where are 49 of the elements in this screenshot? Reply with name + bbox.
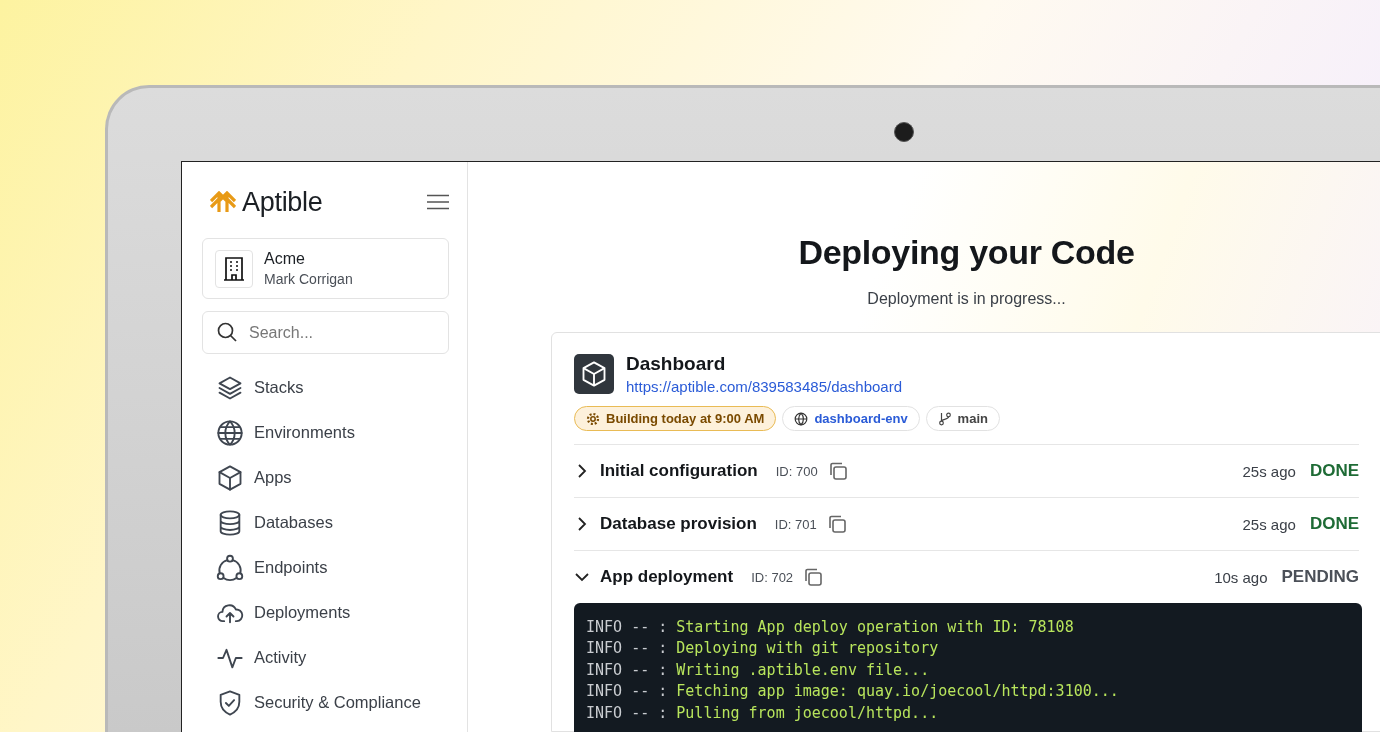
log-line: INFO -- : Pulling from joecool/httpd... xyxy=(586,702,940,724)
step-name: App deployment xyxy=(600,567,734,587)
copy-icon[interactable] xyxy=(826,514,847,534)
app-url-link[interactable]: https://aptible.com/839583485/dashboard xyxy=(626,378,903,395)
building-icon xyxy=(223,256,245,281)
step-id: ID: 702 xyxy=(751,569,794,585)
globe-icon xyxy=(794,411,809,426)
nav-item[interactable]: Databases xyxy=(216,500,449,545)
user-name: Mark Corrigan xyxy=(264,271,353,287)
step-time: 10s ago xyxy=(1214,568,1268,586)
nav-item[interactable]: Security & Compliance xyxy=(216,680,449,725)
gear-icon xyxy=(586,411,600,426)
logo-icon xyxy=(210,191,236,213)
log-line: INFO -- : Writing .aptible.env file... xyxy=(586,659,931,681)
app-cube-icon xyxy=(574,354,614,394)
step-id: ID: 701 xyxy=(774,516,817,532)
step-time: 25s ago xyxy=(1242,515,1296,533)
app-name: Dashboard xyxy=(626,353,727,375)
log-line: INFO -- : Deploying with git repository xyxy=(586,638,940,660)
nav-item[interactable]: Stacks xyxy=(216,365,449,410)
menu-icon[interactable] xyxy=(427,194,449,210)
copy-icon[interactable] xyxy=(803,567,824,587)
log-line: INFO -- : Starting App deploy operation with ID: 78108 xyxy=(586,617,1075,638)
step-status: DONE xyxy=(1309,514,1359,534)
logo-text: Aptible xyxy=(242,186,323,218)
page-title: Deploying your Code xyxy=(797,233,1136,272)
step-status: DONE xyxy=(1309,461,1359,481)
step-name: Initial configuration xyxy=(600,461,758,481)
nodes-icon xyxy=(216,553,244,582)
step-time: 25s ago xyxy=(1242,462,1296,480)
step-status: PENDING xyxy=(1281,567,1359,587)
cube-icon xyxy=(216,463,244,492)
account-switcher[interactable]: Acme Mark Corrigan xyxy=(202,238,449,299)
camera-icon xyxy=(894,122,914,142)
nav-item[interactable]: Apps xyxy=(216,455,449,500)
nav-item[interactable]: Environments xyxy=(216,410,449,455)
search-field[interactable]: Search... xyxy=(202,311,449,354)
globe-icon xyxy=(216,418,244,447)
branch-icon xyxy=(937,411,952,426)
step-id: ID: 700 xyxy=(775,463,818,479)
step-name: Database provision xyxy=(600,514,757,534)
nav-item[interactable]: Endpoints xyxy=(216,545,449,590)
log-line: INFO -- : Fetching app image: quay.io/joecool/httpd:3100... xyxy=(586,681,1120,703)
page-subtitle: Deployment is in progress... xyxy=(866,290,1067,308)
copy-icon[interactable] xyxy=(827,461,848,481)
nav-item[interactable]: Deployments xyxy=(216,590,449,635)
account-name: Acme xyxy=(264,250,306,268)
nav-item[interactable]: Activity xyxy=(216,635,449,680)
status-tag: Building today at 9:00 AM xyxy=(574,406,777,431)
